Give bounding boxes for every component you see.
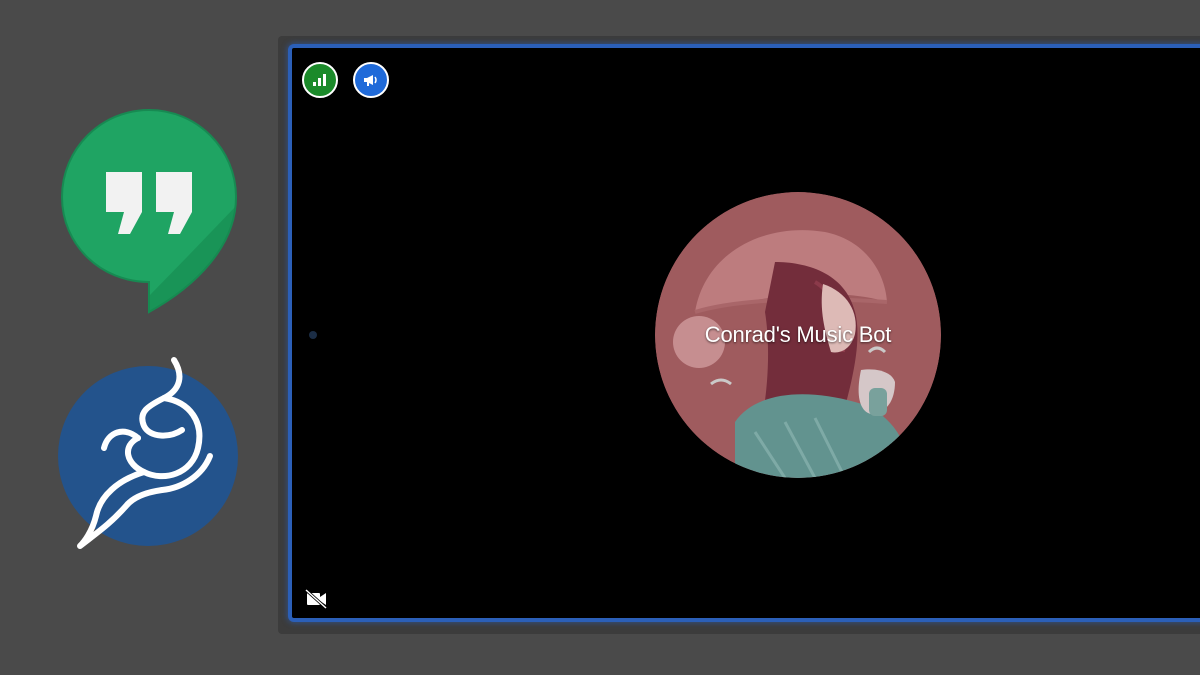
dominant-speaker-indicator[interactable]: [353, 62, 389, 98]
megaphone-icon: [364, 75, 377, 86]
status-dot: [309, 331, 317, 339]
camera-off-icon: [304, 588, 328, 610]
hangouts-logo-icon: [58, 106, 240, 320]
participant-video-tile[interactable]: Conrad's Music Bot: [288, 44, 1200, 622]
signal-bars-icon: [313, 74, 326, 86]
avatar: Conrad's Music Bot: [655, 192, 941, 478]
participant-display-name: Conrad's Music Bot: [704, 322, 892, 347]
jitsi-logo-icon: [52, 356, 244, 552]
connection-indicator[interactable]: [302, 62, 338, 98]
app-stage: Conrad's Music Bot: [0, 0, 1200, 675]
